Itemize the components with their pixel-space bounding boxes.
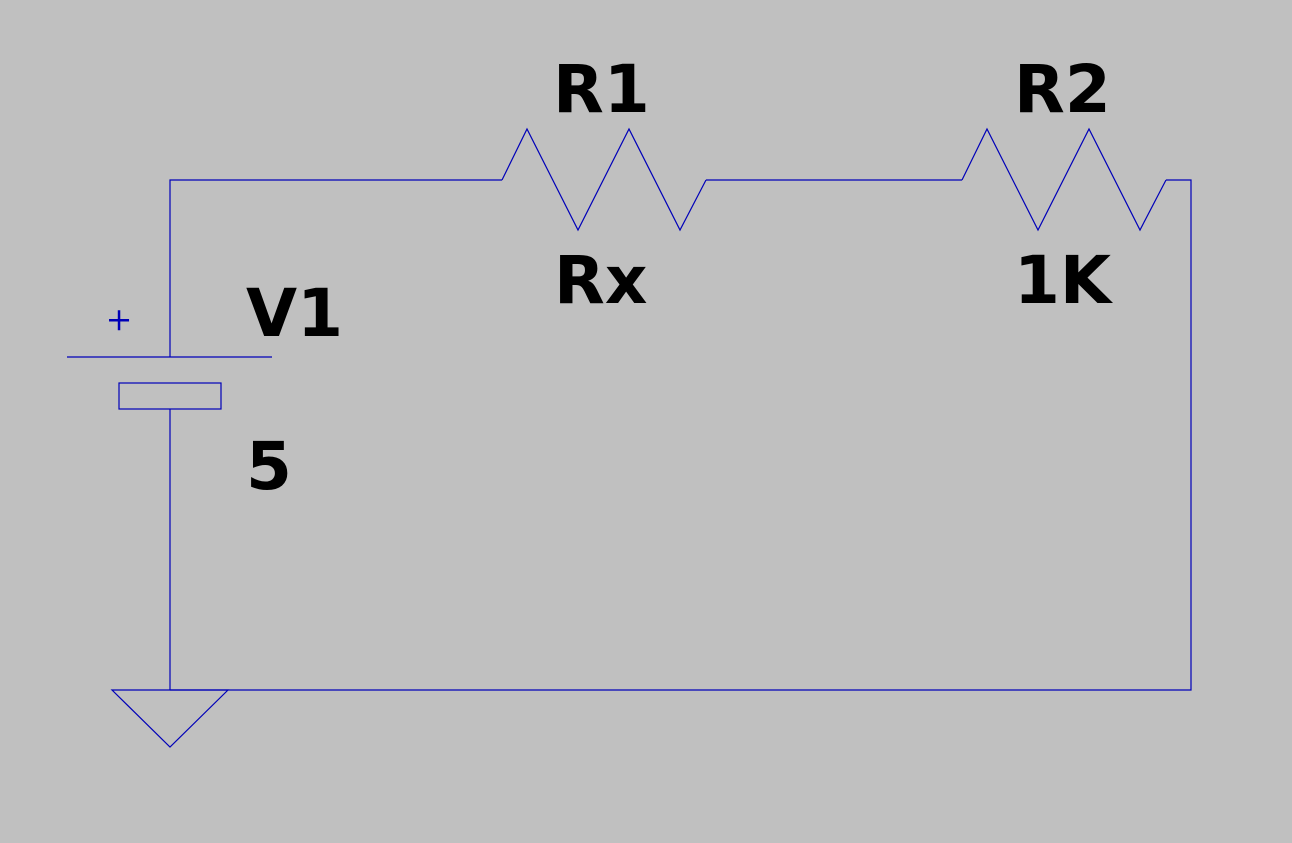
r2-name-label: R2	[1014, 51, 1111, 128]
circuit-schematic: + V1 5 R1 Rx R2 1K	[0, 0, 1292, 843]
v1-name-label: V1	[246, 275, 343, 352]
v1-value-label: 5	[246, 428, 292, 505]
r1-name-label: R1	[553, 51, 650, 128]
r1-value-label: Rx	[554, 242, 647, 319]
r2-value-label: 1K	[1014, 242, 1114, 319]
polarity-plus-mark: +	[106, 300, 133, 338]
